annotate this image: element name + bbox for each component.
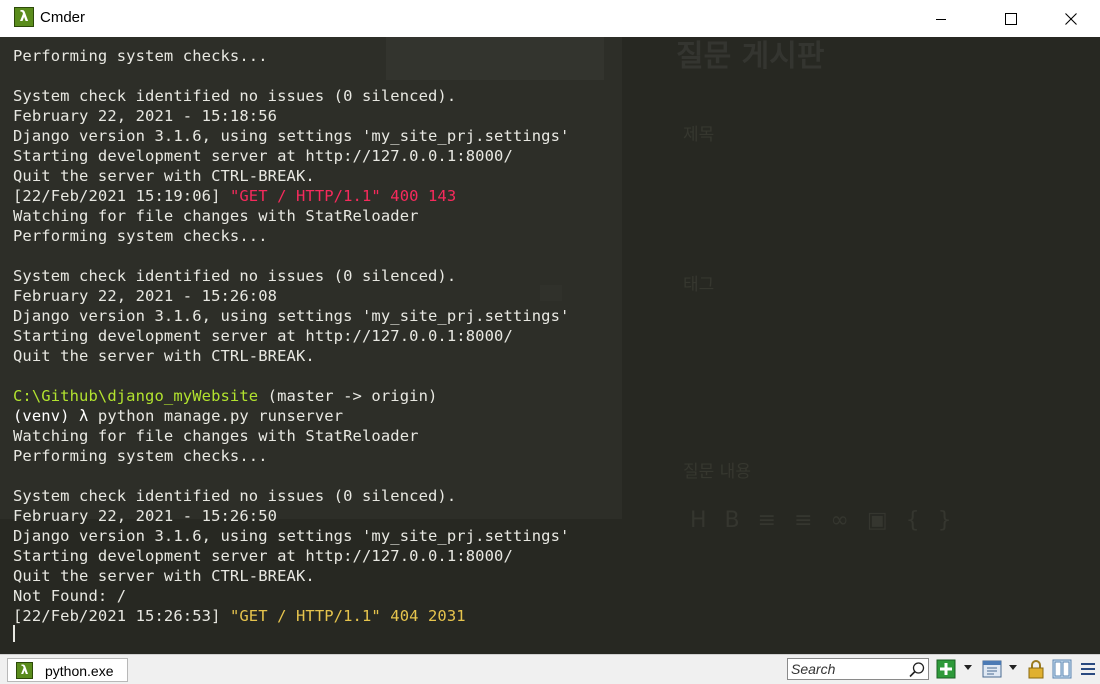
console-line: Performing system checks... [13,226,1093,246]
tab-label: python.exe [45,663,114,679]
console-line: Performing system checks... [13,446,1093,466]
console-text: System check identified no issues (0 sil… [13,487,457,505]
console-line: Starting development server at http://12… [13,146,1093,166]
cmder-lambda-icon: λ [14,7,34,27]
console-text: "GET / HTTP/1.1" 400 143 [229,187,457,205]
console-text: System check identified no issues (0 sil… [13,267,457,285]
console-text: C:\Github\django_myWebsite [13,387,259,405]
console-line: Starting development server at http://12… [13,326,1093,346]
console-text: Django version 3.1.6, using settings 'my… [13,527,570,545]
cmder-lambda-icon: λ [16,662,33,679]
status-bar: λ python.exe [0,654,1100,684]
console-text: Performing system checks... [13,227,268,245]
console-line: Not Found: / [13,586,1093,606]
search-box[interactable] [787,658,929,680]
console-text: Starting development server at http://12… [13,147,513,165]
console-output[interactable]: Performing system checks... System check … [13,46,1093,626]
console-line: Watching for file changes with StatReloa… [13,426,1093,446]
console-line: Watching for file changes with StatReloa… [13,206,1093,226]
maximize-button[interactable] [988,0,1034,37]
console-line: Performing system checks... [13,46,1093,66]
console-text: [22/Feb/2021 15:19:06] [13,187,230,205]
split-view-icon[interactable] [1052,659,1072,679]
console-line: System check identified no issues (0 sil… [13,486,1093,506]
console-text: February 22, 2021 - 15:18:56 [13,107,278,125]
console-text: Watching for file changes with StatReloa… [13,207,419,225]
console-text: "GET / HTTP/1.1" 404 2031 [229,607,466,625]
console-line: Django version 3.1.6, using settings 'my… [13,306,1093,326]
window-title: Cmder [40,9,86,26]
console-text: Quit the server with CTRL-BREAK. [13,167,315,185]
console-line: February 22, 2021 - 15:26:50 [13,506,1093,526]
console-text: System check identified no issues (0 sil… [13,87,457,105]
console-text: February 22, 2021 - 15:26:50 [13,507,278,525]
text-cursor [13,625,15,642]
console-text: Not Found: / [13,587,127,605]
console-line: Django version 3.1.6, using settings 'my… [13,126,1093,146]
console-line: [22/Feb/2021 15:19:06] "GET / HTTP/1.1" … [13,186,1093,206]
console-text: Django version 3.1.6, using settings 'my… [13,307,570,325]
console-text: Django version 3.1.6, using settings 'my… [13,127,570,145]
close-button[interactable] [1048,0,1094,37]
search-icon[interactable] [908,661,926,679]
console-line: (venv) λ python manage.py runserver [13,406,1093,426]
console-line: C:\Github\django_myWebsite (master -> or… [13,386,1093,406]
console-line: Quit the server with CTRL-BREAK. [13,346,1093,366]
lock-icon[interactable] [1026,659,1046,679]
add-console-icon[interactable] [936,659,956,679]
console-line: Quit the server with CTRL-BREAK. [13,566,1093,586]
minimize-button[interactable] [918,0,964,37]
console-text: Quit the server with CTRL-BREAK. [13,567,315,585]
console-text: February 22, 2021 - 15:26:08 [13,287,278,305]
menu-icon[interactable] [1078,659,1098,679]
search-input[interactable] [791,660,901,678]
console-text: Starting development server at http://12… [13,327,513,345]
console-text: Watching for file changes with StatReloa… [13,427,419,445]
console-text: python manage.py runserver [88,407,344,425]
console-text: Performing system checks... [13,47,268,65]
console-text: (master -> origin) [258,387,438,405]
console-text: (venv) [13,407,80,425]
close-icon [1065,12,1077,25]
console-text: Performing system checks... [13,447,268,465]
console-line: Django version 3.1.6, using settings 'my… [13,526,1093,546]
console-line: [22/Feb/2021 15:26:53] "GET / HTTP/1.1" … [13,606,1093,626]
console-tab-python[interactable]: λ python.exe [7,658,128,682]
console-text: [22/Feb/2021 15:26:53] [13,607,230,625]
console-line: Starting development server at http://12… [13,546,1093,566]
console-line: System check identified no issues (0 sil… [13,266,1093,286]
console-line: Quit the server with CTRL-BREAK. [13,166,1093,186]
console-text: Starting development server at http://12… [13,547,513,565]
console-line: System check identified no issues (0 sil… [13,86,1093,106]
console-line: February 22, 2021 - 15:26:08 [13,286,1093,306]
dropdown-arrow-icon[interactable] [964,665,972,670]
minimize-icon [936,18,946,20]
console-line: February 22, 2021 - 15:18:56 [13,106,1093,126]
console-text: Quit the server with CTRL-BREAK. [13,347,315,365]
console-list-icon[interactable] [982,659,1002,679]
title-bar[interactable]: λ Cmder [0,0,1100,37]
maximize-icon [1005,12,1017,25]
dropdown-arrow-icon[interactable] [1009,665,1017,670]
